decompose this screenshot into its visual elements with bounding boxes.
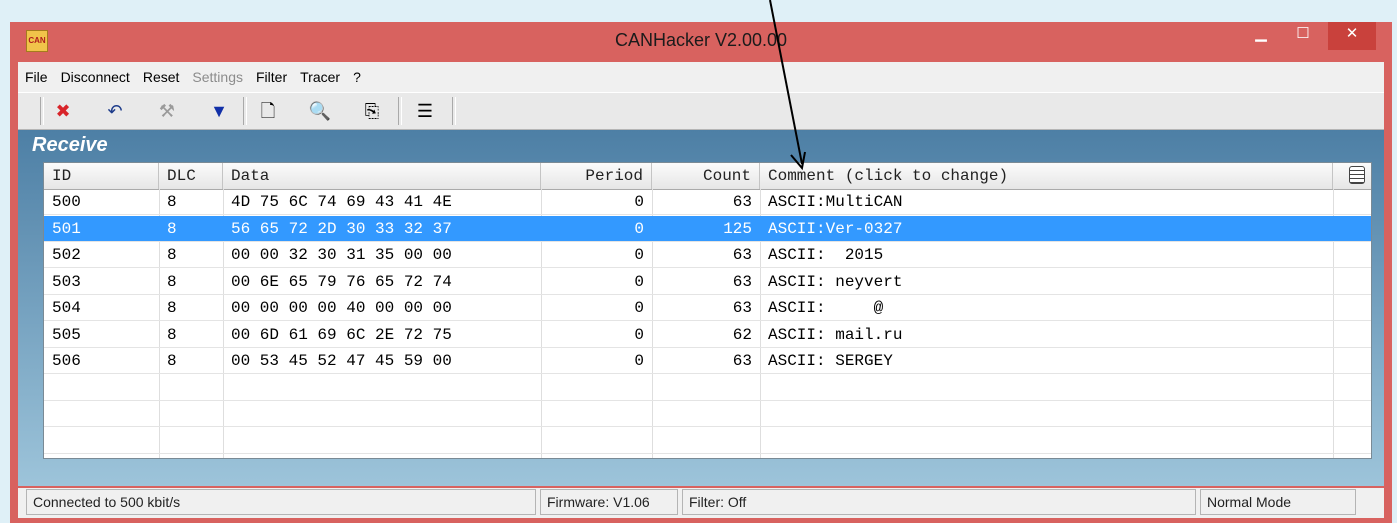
cell-id: 505 — [52, 325, 81, 344]
status-mode: Normal Mode — [1200, 489, 1356, 515]
cell-dlc: 8 — [167, 219, 177, 238]
cell-period: 0 — [634, 325, 644, 344]
cell-count: 63 — [732, 352, 752, 370]
cell-comment[interactable]: ASCII: neyvert — [760, 269, 1333, 295]
disconnect-icon[interactable]: ✖ — [48, 98, 78, 124]
column-header-data[interactable]: Data — [223, 163, 541, 189]
toolbar-separator — [452, 97, 456, 125]
minimize-button[interactable]: ▁ — [1243, 22, 1279, 50]
column-menu-icon[interactable] — [1349, 166, 1365, 184]
cell-data: 00 00 32 30 31 35 00 00 — [231, 246, 452, 264]
cell-dlc: 8 — [167, 352, 177, 370]
cell-id: 501 — [52, 219, 81, 238]
cell-data: 00 6D 61 69 6C 2E 72 75 — [231, 325, 452, 344]
cell-comment[interactable]: ASCII:MultiCAN — [760, 189, 1333, 215]
cell-id: 500 — [52, 193, 81, 211]
menu-disconnect[interactable]: Disconnect — [54, 62, 136, 92]
cell-count: 63 — [732, 246, 752, 264]
cell-comment[interactable]: ASCII: @ — [760, 295, 1333, 321]
column-header-id[interactable]: ID — [44, 163, 159, 189]
status-firmware: Firmware: V1.06 — [540, 489, 678, 515]
cell-comment[interactable]: ASCII: 2015 — [760, 242, 1333, 268]
status-filter: Filter: Off — [682, 489, 1196, 515]
cell-period: 0 — [634, 352, 644, 370]
cell-period: 0 — [634, 246, 644, 264]
cell-id: 502 — [52, 246, 81, 264]
cell-id: 506 — [52, 352, 81, 370]
receive-table[interactable]: ID DLC Data Period Count Comment (click … — [43, 162, 1372, 459]
cell-comment[interactable]: ASCII: mail.ru — [760, 322, 1333, 348]
title-bar[interactable]: CAN CANHacker V2.00.00 ▁ ☐ ✕ — [10, 22, 1392, 62]
table-header: ID DLC Data Period Count Comment (click … — [44, 163, 1371, 190]
cell-data: 4D 75 6C 74 69 43 41 4E — [231, 193, 452, 211]
empty-row — [44, 401, 1371, 427]
table-row[interactable]: 506 8 00 53 45 52 47 45 59 00 0 63 ASCII: SER… — [44, 348, 1371, 374]
filter-icon[interactable]: ▼ — [204, 98, 234, 124]
cell-data: 56 65 72 2D 30 33 32 37 — [231, 219, 452, 238]
cell-dlc: 8 — [167, 299, 177, 317]
cell-id: 504 — [52, 299, 81, 317]
window-title: CANHacker V2.00.00 — [614, 30, 788, 50]
receive-label: Receive — [32, 134, 108, 156]
menu-bar: File Disconnect Reset Settings Filter Tracer? — [18, 62, 1384, 92]
menu-file[interactable]: File — [18, 62, 54, 92]
cell-data: 00 00 00 00 40 00 00 00 — [231, 299, 452, 317]
menu-filter[interactable]: Filter — [249, 62, 293, 92]
cell-dlc: 8 — [167, 246, 177, 264]
cell-period: 0 — [634, 193, 644, 211]
cell-period: 0 — [634, 272, 644, 291]
column-header-count[interactable]: Count — [652, 163, 760, 189]
cell-comment[interactable]: ASCII: SERGEY — [760, 348, 1333, 374]
cell-count: 62 — [732, 325, 752, 344]
column-header-dlc[interactable]: DLC — [159, 163, 223, 189]
cell-dlc: 8 — [167, 193, 177, 211]
status-connection: Connected to 500 kbit/s — [26, 489, 536, 515]
cell-count: 63 — [732, 299, 752, 317]
close-button[interactable]: ✕ — [1328, 22, 1376, 50]
empty-row — [44, 375, 1371, 401]
menu-help[interactable]: ? — [346, 62, 367, 92]
empty-row — [44, 428, 1371, 454]
status-bar: Connected to 500 kbit/s Firmware: V1.06 … — [18, 488, 1384, 518]
toolbar-separator — [398, 97, 402, 125]
cell-count: 63 — [732, 193, 752, 211]
cell-period: 0 — [634, 219, 644, 238]
preview-icon[interactable]: 🔍 — [305, 98, 335, 124]
column-header-period[interactable]: Period — [541, 163, 652, 189]
table-row[interactable]: 500 8 4D 75 6C 74 69 43 41 4E 0 63 ASCII:Mult… — [44, 189, 1371, 215]
menu-reset[interactable]: Reset — [136, 62, 186, 92]
table-row[interactable]: 505 8 00 6D 61 69 6C 2E 72 75 0 62 ASCII: mai… — [44, 322, 1371, 348]
column-header-comment[interactable]: Comment (click to change) — [760, 163, 1333, 189]
tools-icon[interactable]: ⚒ — [152, 98, 182, 124]
new-file-icon[interactable]: 🗋 — [253, 98, 283, 124]
cell-comment[interactable]: ASCII:Ver-0327 — [760, 216, 1333, 242]
table-row[interactable]: 502 8 00 00 32 30 31 35 00 00 0 63 ASCII: 201… — [44, 242, 1371, 268]
menu-tracer[interactable]: Tracer — [293, 62, 346, 92]
menu-settings[interactable]: Settings — [185, 62, 249, 92]
list-icon[interactable]: ☰ — [410, 98, 440, 124]
toolbar-separator — [243, 97, 247, 125]
toolbar-separator — [40, 97, 44, 125]
undo-icon[interactable]: ↶ — [100, 98, 130, 124]
cell-data: 00 53 45 52 47 45 59 00 — [231, 352, 452, 370]
receive-panel: Receive ID DLC Data Period Count Comment… — [18, 130, 1384, 486]
cell-dlc: 8 — [167, 272, 177, 291]
cell-period: 0 — [634, 299, 644, 317]
app-window: CAN CANHacker V2.00.00 ▁ ☐ ✕ File Disconn… — [10, 22, 1392, 523]
cell-id: 503 — [52, 272, 81, 291]
maximize-button[interactable]: ☐ — [1285, 22, 1321, 50]
table-row[interactable]: 501 8 56 65 72 2D 30 33 32 37 0 125 ASCII:Ver… — [44, 215, 1371, 242]
cell-dlc: 8 — [167, 325, 177, 344]
cell-data: 00 6E 65 79 76 65 72 74 — [231, 272, 452, 291]
table-row[interactable]: 504 8 00 00 00 00 40 00 00 00 0 63 ASCII: @ — [44, 295, 1371, 321]
cell-count: 125 — [723, 219, 752, 238]
toolbar: ✖ ↶ ⚒ ▼ 🗋 🔍 ⎘ ☰ — [18, 92, 1384, 130]
copy-icon[interactable]: ⎘ — [357, 98, 387, 124]
table-row[interactable]: 503 8 00 6E 65 79 76 65 72 74 0 63 ASCII: ney… — [44, 269, 1371, 295]
cell-count: 63 — [732, 272, 752, 291]
